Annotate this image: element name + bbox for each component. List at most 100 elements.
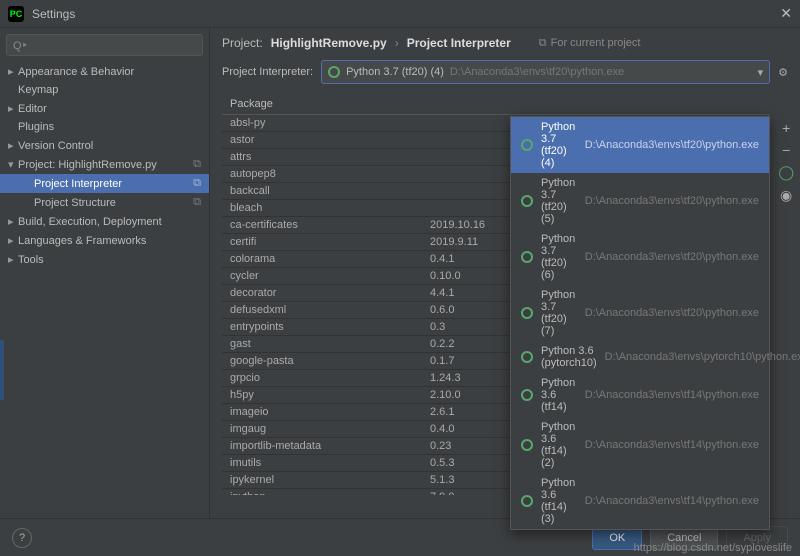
option-name: Python 3.6 (tf14) (3) [541, 477, 577, 525]
sidebar-item[interactable]: Keymap [0, 81, 209, 99]
remove-package-icon[interactable]: − [782, 142, 790, 158]
pkg-name: defusedxml [222, 302, 422, 318]
sidebar-item-label: Tools [18, 254, 44, 266]
sidebar-item-label: Project Structure [34, 197, 116, 209]
interpreter-option[interactable]: Python 3.6 (tf14) (3) D:\Anaconda3\envs\… [511, 473, 769, 529]
sidebar-item[interactable]: ▸Version Control [0, 136, 209, 155]
close-icon[interactable]: ✕ [780, 5, 792, 22]
sidebar-subitem[interactable]: Project Interpreter⧉ [0, 174, 209, 193]
search-input[interactable]: Q‣ [6, 34, 203, 56]
chevron-right-icon: › [395, 36, 399, 50]
tree-arrow-icon: ▸ [8, 215, 18, 228]
pkg-name: certifi [222, 234, 422, 250]
option-path: D:\Anaconda3\envs\tf14\python.exe [585, 439, 759, 451]
option-name: Python 3.6 (pytorch10) [541, 345, 597, 369]
package-tools: + − ◯ ◉ [778, 120, 794, 204]
interpreter-option[interactable]: Python 3.7 (tf20) (7) D:\Anaconda3\envs\… [511, 285, 769, 341]
pkg-name: h5py [222, 387, 422, 403]
option-name: Python 3.6 (tf14) (2) [541, 421, 577, 469]
interpreter-selected-path: D:\Anaconda3\envs\tf20\python.exe [450, 66, 624, 78]
python-ring-icon [521, 495, 533, 507]
pkg-name: decorator [222, 285, 422, 301]
header-latest[interactable] [592, 94, 770, 114]
app-icon: PC [8, 6, 24, 22]
table-header: Package [222, 94, 770, 115]
copy-icon: ⧉ [539, 37, 547, 50]
sidebar-item[interactable]: ▸Editor [0, 99, 209, 118]
python-ring-icon [521, 351, 533, 363]
for-project-badge: ⧉ For current project [539, 37, 641, 50]
pkg-name: astor [222, 132, 422, 148]
pkg-name: ipykernel [222, 472, 422, 488]
python-ring-icon [521, 307, 533, 319]
window-title: Settings [32, 7, 780, 21]
tree-arrow-icon: ▸ [8, 139, 18, 152]
upgrade-package-icon[interactable]: ◯ [778, 164, 794, 181]
option-name: Python 3.6 (tf14) [541, 377, 577, 413]
gear-icon[interactable]: ⚙ [778, 66, 788, 79]
option-path: D:\Anaconda3\envs\pytorch10\python.exe [605, 351, 800, 363]
option-path: D:\Anaconda3\envs\tf20\python.exe [585, 195, 759, 207]
copy-icon: ⧉ [193, 196, 201, 209]
pkg-name: importlib-metadata [222, 438, 422, 454]
option-path: D:\Anaconda3\envs\tf14\python.exe [585, 389, 759, 401]
breadcrumb-project-prefix: Project: [222, 36, 263, 50]
interpreter-option[interactable]: Python 3.6 (tf14) D:\Anaconda3\envs\tf14… [511, 373, 769, 417]
sidebar-item[interactable]: ▸Build, Execution, Deployment [0, 212, 209, 231]
tree-arrow-icon: ▸ [8, 253, 18, 266]
option-path: D:\Anaconda3\envs\tf14\python.exe [585, 495, 759, 507]
sidebar-item[interactable]: ▸Tools [0, 250, 209, 269]
sidebar-item[interactable]: ▸Languages & Frameworks [0, 231, 209, 250]
pkg-name: entrypoints [222, 319, 422, 335]
python-ring-icon [521, 251, 533, 263]
sidebar-item-label: Appearance & Behavior [18, 66, 134, 78]
interpreter-option[interactable]: Python 3.7 (tf20) (5) D:\Anaconda3\envs\… [511, 173, 769, 229]
tree-arrow-icon: ▸ [8, 65, 18, 78]
interpreter-option[interactable]: Python 3.7 (tf20) (6) D:\Anaconda3\envs\… [511, 229, 769, 285]
sidebar-item-label: Plugins [18, 121, 54, 133]
breadcrumb-project[interactable]: HighlightRemove.py [271, 36, 387, 50]
interpreter-dropdown[interactable]: Python 3.7 (tf20) (4) D:\Anaconda3\envs\… [510, 116, 770, 530]
watermark: https://blog.csdn.net/syploveslife [634, 542, 792, 554]
add-package-icon[interactable]: + [782, 120, 790, 136]
pkg-name: backcall [222, 183, 422, 199]
sidebar-item-label: Editor [18, 103, 47, 115]
sidebar-item[interactable]: ▾Project: HighlightRemove.py⧉ [0, 155, 209, 174]
eye-icon[interactable]: ◉ [780, 187, 792, 204]
option-name: Python 3.7 (tf20) (5) [541, 177, 577, 225]
help-button[interactable]: ? [12, 528, 32, 548]
option-path: D:\Anaconda3\envs\tf20\python.exe [585, 139, 759, 151]
interpreter-select[interactable]: Python 3.7 (tf20) (4) D:\Anaconda3\envs\… [321, 60, 770, 84]
sidebar-item-label: Project Interpreter [34, 178, 122, 190]
sidebar-item[interactable]: ▸Appearance & Behavior [0, 62, 209, 81]
sidebar-item-label: Build, Execution, Deployment [18, 216, 162, 228]
pkg-name: colorama [222, 251, 422, 267]
header-package[interactable]: Package [222, 94, 422, 114]
pkg-name: absl-py [222, 115, 422, 131]
interpreter-option[interactable]: Python 3.6 (tf14) (2) D:\Anaconda3\envs\… [511, 417, 769, 473]
option-name: Python 3.7 (tf20) (4) [541, 121, 577, 169]
option-name: Python 3.7 (tf20) (7) [541, 289, 577, 337]
python-ring-icon [521, 439, 533, 451]
interpreter-option[interactable]: Python 3.6 (pytorch10) D:\Anaconda3\envs… [511, 341, 769, 373]
pkg-name: grpcio [222, 370, 422, 386]
python-ring-icon [328, 66, 340, 78]
option-path: D:\Anaconda3\envs\tf20\python.exe [585, 307, 759, 319]
sidebar-item-label: Keymap [18, 84, 58, 96]
settings-sidebar: Q‣ ▸Appearance & BehaviorKeymap▸EditorPl… [0, 28, 210, 518]
pkg-name: google-pasta [222, 353, 422, 369]
sidebar-item-label: Languages & Frameworks [18, 235, 146, 247]
sidebar-item-label: Version Control [18, 140, 93, 152]
option-path: D:\Anaconda3\envs\tf20\python.exe [585, 251, 759, 263]
left-edge-indicator [0, 340, 4, 400]
header-version[interactable] [422, 94, 592, 114]
breadcrumb-page: Project Interpreter [407, 36, 511, 50]
sidebar-item[interactable]: Plugins [0, 118, 209, 136]
sidebar-subitem[interactable]: Project Structure ⧉ [0, 193, 209, 212]
pkg-name: bleach [222, 200, 422, 216]
pkg-name: ipython [222, 489, 422, 495]
pkg-name: imageio [222, 404, 422, 420]
interpreter-option[interactable]: Python 3.7 (tf20) (4) D:\Anaconda3\envs\… [511, 117, 769, 173]
sidebar-item-label: Project: HighlightRemove.py [18, 159, 157, 171]
content-pane: Project: HighlightRemove.py › Project In… [210, 28, 800, 518]
